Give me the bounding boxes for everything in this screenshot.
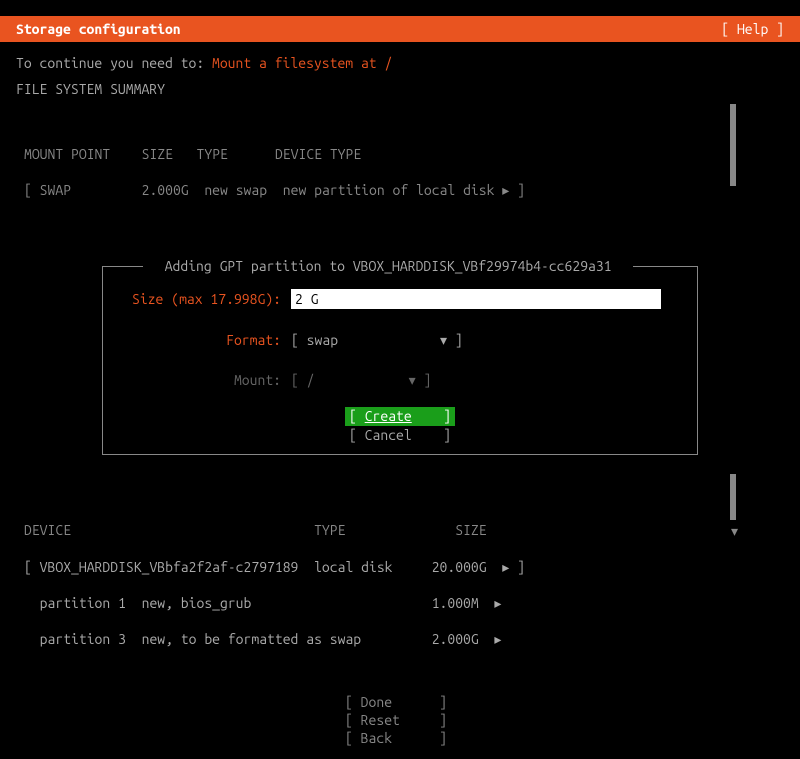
partition-name: partition 3 new, to be formatted as swap [24, 631, 361, 647]
col-device: DEVICE [24, 522, 71, 538]
partition-size: 1.000M [432, 595, 479, 611]
chevron-right-icon: ▸ [494, 631, 501, 647]
partition-row[interactable]: partition 3 new, to be formatted as swap… [24, 630, 784, 648]
device-size: 20.000G [432, 559, 487, 575]
dialog-title: Adding GPT partition to VBOX_HARDDISK_VB… [143, 257, 633, 275]
hint-prefix: To continue you need to: [16, 55, 212, 71]
col-size: SIZE [455, 522, 486, 538]
format-select[interactable]: [ swap ▾ ] [291, 331, 463, 349]
header-bar: Storage configuration [ Help ] [0, 16, 800, 42]
file-system-summary-title: FILE SYSTEM SUMMARY [16, 80, 784, 98]
row-size: 2.000G [142, 182, 189, 198]
summary-header-row: MOUNT POINT SIZE TYPE DEVICE TYPE [24, 145, 784, 163]
row-mount: [ SWAP [24, 182, 71, 198]
summary-row[interactable]: [ SWAP 2.000G new swap new partition of … [24, 181, 784, 199]
reset-button[interactable]: [ Reset ] [345, 711, 455, 729]
col-mount: MOUNT POINT [24, 146, 110, 162]
scrollbar-available[interactable] [730, 474, 736, 520]
device-row[interactable]: [ VBOX_HARDDISK_VBbfa2f2af-c2797189 loca… [24, 558, 784, 576]
chevron-right-icon: ▸ ] [502, 559, 525, 575]
help-button[interactable]: [ Help ] [721, 20, 784, 38]
format-label: Format: [121, 331, 281, 349]
row-type: new swap [204, 182, 267, 198]
partition-name: partition 1 new, bios_grub [24, 595, 251, 611]
partition-size: 2.000G [432, 631, 479, 647]
col-type: TYPE [314, 522, 345, 538]
size-label: Size (max 17.998G): [121, 290, 281, 308]
back-button[interactable]: [ Back ] [345, 729, 455, 747]
available-devices: DEVICE TYPE SIZE [ VBOX_HARDDISK_VBbfa2f… [24, 485, 784, 685]
summary-table: MOUNT POINT SIZE TYPE DEVICE TYPE [ SWAP… [24, 109, 784, 236]
device-type: local disk [314, 559, 392, 575]
partition-row[interactable]: partition 1 new, bios_grub 1.000M ▸ [24, 594, 784, 612]
size-input[interactable]: 2 G [291, 289, 661, 309]
hint-action: Mount a filesystem at / [212, 55, 392, 71]
col-type: TYPE [197, 146, 228, 162]
add-partition-dialog: Adding GPT partition to VBOX_HARDDISK_VB… [102, 266, 698, 455]
mount-select: [ / ▾ ] [291, 371, 431, 389]
mount-label: Mount: [121, 371, 281, 389]
row-device: new partition of local disk ▸ ] [283, 182, 525, 198]
chevron-right-icon: ▸ [494, 595, 501, 611]
cancel-button[interactable]: [ Cancel ] [345, 426, 455, 444]
scrollbar-summary[interactable] [730, 104, 736, 186]
scroll-down-icon[interactable]: ▾ [731, 522, 738, 540]
done-button[interactable]: [ Done ] [345, 693, 455, 711]
device-name: [ VBOX_HARDDISK_VBbfa2f2af-c2797189 [24, 559, 298, 575]
col-size: SIZE [142, 146, 173, 162]
col-device-type: DEVICE TYPE [275, 146, 361, 162]
page-title: Storage configuration [16, 20, 181, 38]
create-button[interactable]: [ Create ] [345, 407, 455, 425]
hint-line: To continue you need to: Mount a filesys… [16, 54, 784, 72]
avail-header: DEVICE TYPE SIZE [24, 521, 784, 539]
